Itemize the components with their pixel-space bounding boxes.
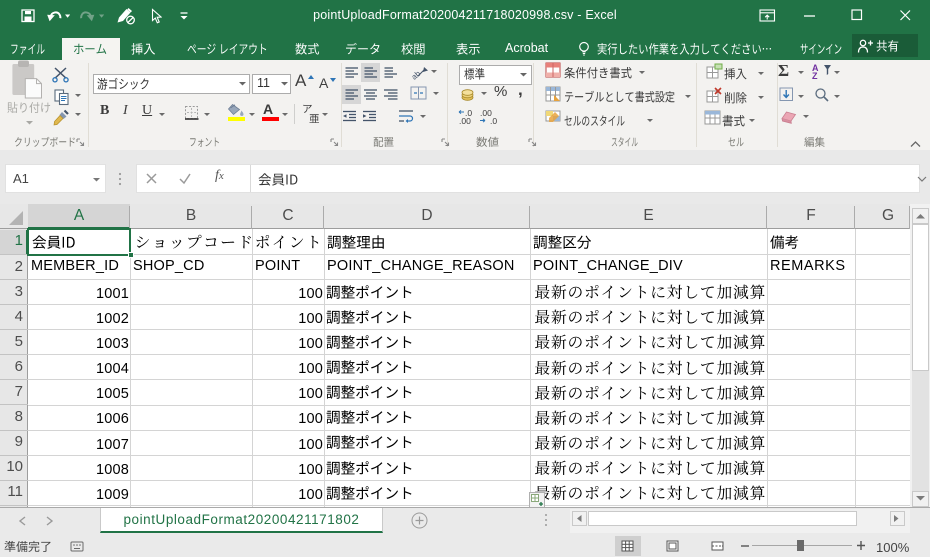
svg-text:.0: .0	[490, 116, 497, 125]
svg-text:ab: ab	[412, 69, 423, 80]
svg-text:Z: Z	[812, 71, 818, 80]
svg-text:.00: .00	[459, 116, 471, 125]
